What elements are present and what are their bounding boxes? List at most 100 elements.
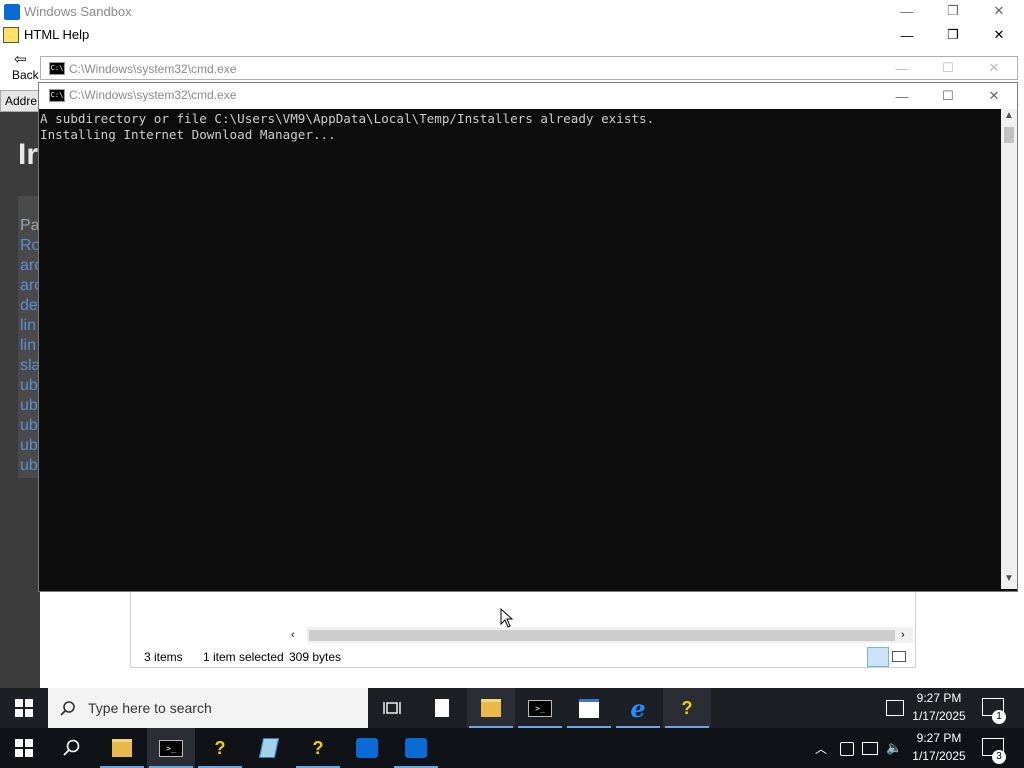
clock-date[interactable]: 1/17/2025 xyxy=(904,709,974,723)
cmd-title-bar[interactable]: C:\ C:\Windows\system32\cmd.exe — ☐ ✕ xyxy=(39,83,1017,109)
cmd-console-output[interactable]: A subdirectory or file C:\Users\VM9\AppD… xyxy=(39,109,1001,589)
network-icon[interactable] xyxy=(886,700,904,716)
cmd-scroll-thumb[interactable] xyxy=(1004,127,1014,143)
host-sandbox2-button[interactable] xyxy=(392,728,440,768)
horizontal-scroll-thumb[interactable] xyxy=(309,630,895,641)
help-minimize-button[interactable]: — xyxy=(884,24,930,46)
cmd-vertical-scrollbar[interactable]: ▲ ▼ xyxy=(1001,109,1017,589)
help-page-heading: Ir xyxy=(18,138,39,171)
host-clock-time[interactable]: 9:27 PM xyxy=(904,731,974,745)
help-close-button[interactable]: ✕ xyxy=(976,24,1022,46)
taskbar-cmd-button[interactable]: >_ xyxy=(516,688,564,728)
task-view-icon xyxy=(383,702,401,714)
help-link[interactable]: ub xyxy=(20,437,38,455)
cmd-close-button[interactable]: ✕ xyxy=(971,85,1017,107)
cmd-window: C:\ C:\Windows\system32\cmd.exe — ☐ ✕ A … xyxy=(38,82,1018,592)
folder-icon xyxy=(112,739,132,757)
show-hidden-icons-chevron-icon[interactable]: ︿ xyxy=(815,740,827,757)
search-icon xyxy=(60,701,75,716)
cmd-bg-minimize-button[interactable]: — xyxy=(879,57,925,79)
sandbox-minimize-button[interactable]: — xyxy=(884,0,930,22)
search-icon xyxy=(63,739,80,756)
folder-icon xyxy=(481,699,501,717)
cmd-icon: >_ xyxy=(159,739,183,757)
help-question-icon: ? xyxy=(312,737,324,758)
sandbox-app-icon xyxy=(4,4,20,20)
sandbox-title: Windows Sandbox xyxy=(24,4,132,19)
cmd-title: C:\Windows\system32\cmd.exe xyxy=(69,88,237,102)
help-link[interactable]: ub xyxy=(20,457,38,475)
sandbox-tray-icon[interactable] xyxy=(840,742,854,756)
host-notepad-button[interactable] xyxy=(245,728,293,768)
host-cmd-button[interactable]: >_ xyxy=(147,728,195,768)
taskbar-search-box[interactable]: Type here to search xyxy=(48,688,368,728)
search-placeholder: Type here to search xyxy=(88,700,212,716)
help-link[interactable]: lin xyxy=(20,317,36,335)
cmd-maximize-button[interactable]: ☐ xyxy=(925,85,971,107)
host-sandbox-button[interactable] xyxy=(343,728,391,768)
taskbar-help-button[interactable]: ? xyxy=(663,688,711,728)
large-icons-view-icon[interactable] xyxy=(892,651,906,662)
host-help2-button[interactable]: ? xyxy=(294,728,342,768)
cmd-icon: C:\ xyxy=(49,62,65,75)
host-notification-count-badge: 3 xyxy=(992,750,1006,764)
mouse-cursor-icon xyxy=(500,608,514,628)
windows-logo-icon xyxy=(15,739,33,757)
cmd-icon: >_ xyxy=(528,699,552,717)
help-link[interactable]: ub xyxy=(20,417,38,435)
host-explorer-button[interactable] xyxy=(98,728,146,768)
volume-muted-icon[interactable]: 🔈 xyxy=(886,740,902,756)
host-search-button[interactable] xyxy=(48,728,96,768)
cmd-window-background[interactable]: C:\ C:\Windows\system32\cmd.exe — ☐ ✕ xyxy=(40,56,1018,80)
sandbox-icon xyxy=(356,738,378,758)
cmd-minimize-button[interactable]: — xyxy=(879,85,925,107)
help-question-icon: ? xyxy=(214,737,226,758)
host-help-button[interactable]: ? xyxy=(196,728,244,768)
details-view-icon[interactable] xyxy=(867,647,889,667)
cmd-bg-maximize-button[interactable]: ☐ xyxy=(925,57,971,79)
console-line: Installing Internet Download Manager... xyxy=(40,127,336,142)
document-icon xyxy=(435,699,449,717)
sandbox-icon xyxy=(405,738,427,758)
host-start-button[interactable] xyxy=(0,728,48,768)
task-view-button[interactable] xyxy=(368,688,416,728)
selection-size: 309 bytes xyxy=(289,650,342,664)
scroll-up-icon[interactable]: ▲ xyxy=(1004,110,1014,121)
taskbar-document-button[interactable] xyxy=(418,688,466,728)
windows-logo-icon xyxy=(15,699,33,717)
help-link[interactable]: de xyxy=(20,297,38,315)
help-link[interactable]: Pa xyxy=(20,217,40,235)
start-button[interactable] xyxy=(0,688,48,728)
back-arrow-icon[interactable]: ⇦ xyxy=(14,50,27,68)
network-icon[interactable] xyxy=(862,742,878,755)
help-back-button[interactable]: Back xyxy=(12,68,39,82)
clock-time[interactable]: 9:27 PM xyxy=(904,691,974,705)
taskbar-ie-button[interactable]: e xyxy=(614,688,662,728)
scroll-right-icon[interactable]: › xyxy=(901,629,905,641)
help-icon xyxy=(3,27,19,43)
cmd-background-title: C:\Windows\system32\cmd.exe xyxy=(69,62,237,76)
scroll-down-icon[interactable]: ▼ xyxy=(1004,573,1014,584)
scroll-left-icon[interactable]: ‹ xyxy=(291,629,295,641)
sandbox-restore-button[interactable]: ❐ xyxy=(930,0,976,22)
html-help-title-bar: HTML Help — ❐ ✕ xyxy=(0,24,1024,46)
html-help-title: HTML Help xyxy=(24,27,90,42)
help-restore-button[interactable]: ❐ xyxy=(930,24,976,46)
help-link[interactable]: ub xyxy=(20,397,38,415)
console-line: A subdirectory or file C:\Users\VM9\AppD… xyxy=(40,111,655,126)
items-count: 3 items xyxy=(144,650,183,664)
taskbar-window-button[interactable] xyxy=(565,688,613,728)
cmd-bg-close-button[interactable]: ✕ xyxy=(971,57,1017,79)
sandbox-title-bar: Windows Sandbox — ❐ ✕ xyxy=(0,0,1024,24)
internet-explorer-icon: e xyxy=(630,693,646,723)
sandbox-close-button[interactable]: ✕ xyxy=(976,0,1022,22)
notification-count-badge: 1 xyxy=(992,710,1006,724)
window-icon xyxy=(579,698,599,718)
taskbar-explorer-button[interactable] xyxy=(467,688,515,728)
help-question-icon: ? xyxy=(681,697,693,718)
host-clock-date[interactable]: 1/17/2025 xyxy=(904,749,974,763)
help-link[interactable]: ub xyxy=(20,377,38,395)
help-link[interactable]: lin xyxy=(20,337,36,355)
notepad-icon xyxy=(258,738,280,758)
explorer-status-bar: 3 items 1 item selected 309 bytes xyxy=(131,647,915,667)
